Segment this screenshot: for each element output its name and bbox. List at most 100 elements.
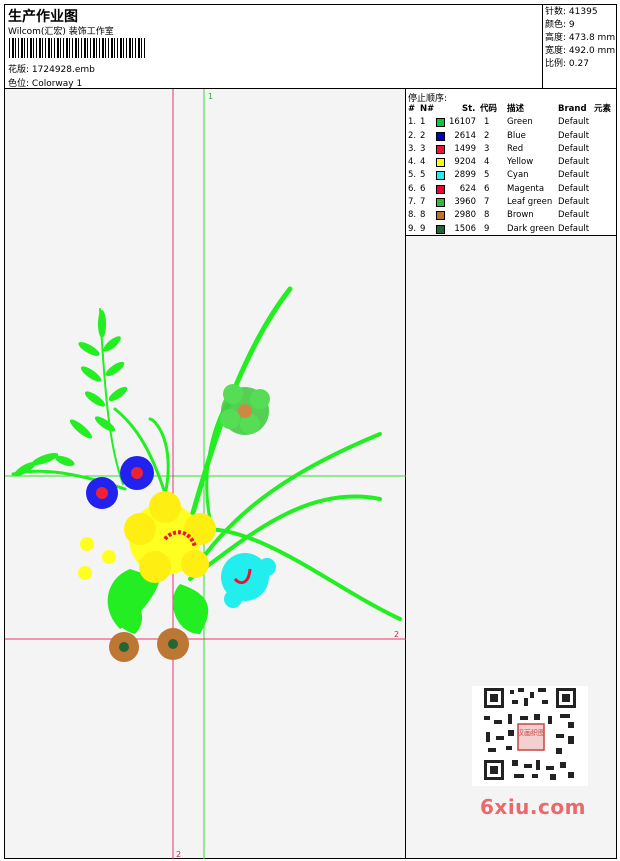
cell-needle: 8 <box>420 210 426 221</box>
cell-code: 1 <box>484 117 490 128</box>
color-swatch <box>436 118 445 128</box>
cell-stitches: 9204 <box>454 157 476 168</box>
cell-needle: 4 <box>420 157 426 168</box>
cell-needle: 3 <box>420 143 426 154</box>
cell-desc: Green <box>507 117 533 128</box>
cell-desc: Red <box>507 143 524 154</box>
cell-brand: Default <box>558 130 590 141</box>
color-swatch <box>436 211 445 221</box>
cell-num: 8. <box>408 210 417 221</box>
cell-code: 3 <box>484 143 490 154</box>
cell-desc: Yellow <box>507 157 534 168</box>
cell-code: 7 <box>484 197 490 208</box>
blue-flower <box>86 456 154 509</box>
cell-desc: Magenta <box>507 183 545 194</box>
cell-stitches: 2614 <box>454 130 476 141</box>
yellow-flower <box>124 491 216 583</box>
cell-num: 7. <box>408 197 417 208</box>
qr-stamp-text: 汉画织图 <box>517 728 545 737</box>
cyan-flower <box>221 553 276 608</box>
stats-box: 针数: 41395 颜色: 9 高度: 473.8 mm 宽度: 492.0 m… <box>542 5 616 89</box>
cell-num: 2. <box>408 130 417 141</box>
cell-stitches: 624 <box>459 183 476 194</box>
cell-brand: Default <box>558 223 590 234</box>
color-swatch <box>436 131 445 141</box>
cell-stitches: 1499 <box>454 143 476 154</box>
design-preview: 1 2 2 <box>5 89 406 859</box>
table-row: 5. 5 2899 5 Cyan Default <box>406 169 616 182</box>
table-row: 2. 2 2614 2 Blue Default <box>406 130 616 143</box>
stat-stitches: 针数: 41395 <box>545 7 598 17</box>
studio-name: Wilcom(汇宏) 装饰工作室 <box>8 27 114 37</box>
cell-brand: Default <box>558 197 590 208</box>
table-row: 7. 7 3960 7 Leaf green Default <box>406 196 616 209</box>
marker-right: 2 <box>394 630 399 639</box>
color-swatch <box>436 171 445 181</box>
cell-code: 5 <box>484 170 490 181</box>
table-header: # N# St. 代码 描述 Brand 元素 <box>408 104 612 114</box>
cell-stitches: 1506 <box>454 223 476 234</box>
table-row: 4. 4 9204 4 Yellow Default <box>406 156 616 169</box>
cell-num: 9. <box>408 223 417 234</box>
cell-num: 1. <box>408 117 417 128</box>
cell-code: 2 <box>484 130 490 141</box>
cell-needle: 5 <box>420 170 426 181</box>
leaf-green-flower <box>220 384 270 435</box>
design-value: 1724928.emb <box>31 65 95 75</box>
cell-stitches: 3960 <box>454 197 476 208</box>
design-label: 花版: <box>8 65 30 75</box>
cell-num: 6. <box>408 183 417 194</box>
cell-code: 6 <box>484 183 490 194</box>
sheet-header: 生产作业图 Wilcom(汇宏) 装饰工作室 花版: 1724928.emb 色… <box>5 5 616 89</box>
cell-needle: 6 <box>420 183 426 194</box>
color-swatch <box>436 158 445 168</box>
stop-sequence-table: # N# St. 代码 描述 Brand 元素 1. 1 16107 1 Green De… <box>406 103 616 236</box>
cell-brand: Default <box>558 117 590 128</box>
production-sheet: 生产作业图 Wilcom(汇宏) 装饰工作室 花版: 1724928.emb 色… <box>4 4 617 859</box>
table-row: 6. 6 624 6 Magenta Default <box>406 183 616 196</box>
cell-code: 9 <box>484 223 490 234</box>
color-swatch <box>436 198 445 208</box>
color-swatch <box>436 144 445 154</box>
cell-desc: Brown <box>507 210 534 221</box>
cell-needle: 7 <box>420 197 426 208</box>
table-row: 9. 9 1506 9 Dark green Default <box>406 223 616 236</box>
colorway-line: 色位: Colorway 1 <box>8 76 82 89</box>
table-row: 1. 1 16107 1 Green Default <box>406 116 616 129</box>
cell-stitches: 2899 <box>454 170 476 181</box>
stop-sequence-panel: 停止顺序: # N# St. 代码 描述 Brand 元素 1. 1 16107 1 G… <box>406 89 616 236</box>
cell-desc: Leaf green <box>507 197 553 208</box>
stat-colors: 颜色: 9 <box>545 20 575 30</box>
cell-desc: Dark green <box>507 223 555 234</box>
sheet-title: 生产作业图 <box>8 9 78 25</box>
qr-code: 汉画织图 <box>472 686 588 786</box>
brown-flower <box>109 628 189 662</box>
embroidery-artwork: 1 2 2 <box>5 89 406 859</box>
cell-num: 5. <box>408 170 417 181</box>
stat-scale: 比例: 0.27 <box>545 59 589 69</box>
cell-brand: Default <box>558 157 590 168</box>
table-row: 8. 8 2980 8 Brown Default <box>406 209 616 222</box>
cell-brand: Default <box>558 143 590 154</box>
colorway-value: Colorway 1 <box>31 79 83 89</box>
design-file-line: 花版: 1724928.emb <box>8 62 95 75</box>
stat-width: 宽度: 492.0 mm <box>545 46 616 56</box>
cell-needle: 2 <box>420 130 426 141</box>
cell-code: 8 <box>484 210 490 221</box>
cell-num: 4. <box>408 157 417 168</box>
marker-bottom: 2 <box>176 850 181 859</box>
color-swatch <box>436 224 445 234</box>
cell-needle: 9 <box>420 223 426 234</box>
stat-height: 高度: 473.8 mm <box>545 33 616 43</box>
cell-code: 4 <box>484 157 490 168</box>
cell-brand: Default <box>558 183 590 194</box>
cell-stitches: 16107 <box>448 117 476 128</box>
color-swatch <box>436 184 445 194</box>
colorway-label: 色位: <box>8 79 30 89</box>
cell-desc: Cyan <box>507 170 529 181</box>
cell-desc: Blue <box>507 130 526 141</box>
barcode <box>9 38 145 58</box>
cell-stitches: 2980 <box>454 210 476 221</box>
cell-brand: Default <box>558 210 590 221</box>
table-row: 3. 3 1499 3 Red Default <box>406 143 616 156</box>
